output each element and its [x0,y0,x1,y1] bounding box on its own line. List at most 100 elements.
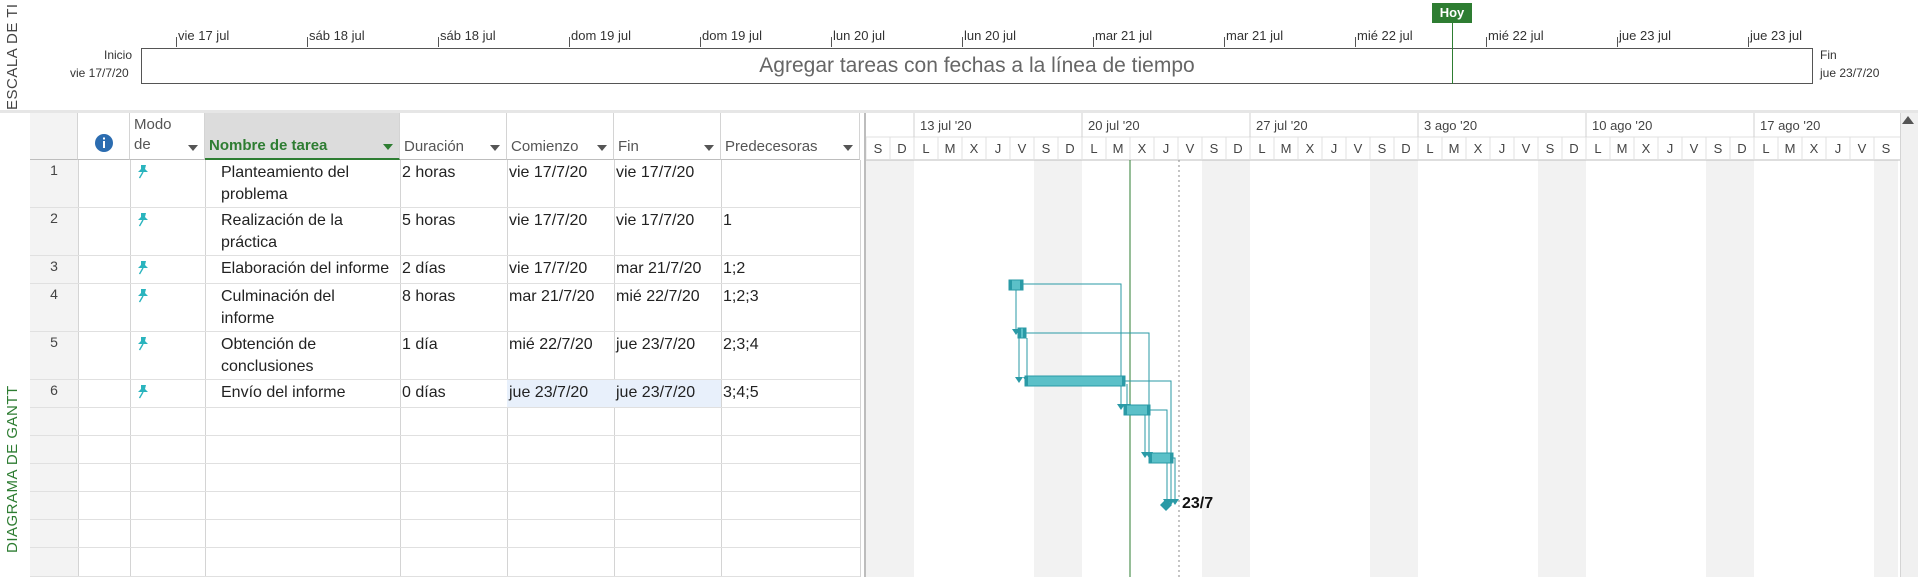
day-letter: M [1449,141,1460,156]
duration-cell[interactable]: 5 horas [402,210,455,232]
day-letter: S [1210,141,1219,156]
task-bar-end-cap [1170,453,1173,463]
gantt-side-title: DIAGRAMA DE GANTT [4,385,21,553]
row-number[interactable]: 4 [30,286,78,302]
start-cell[interactable]: jue 23/7/20 [509,382,588,404]
weekend-shade [1706,160,1730,577]
predecessors-column-header[interactable]: Predecesoras [721,113,860,160]
row-number[interactable]: 2 [30,210,78,226]
indicators-header[interactable] [78,113,130,160]
day-letter: S [1546,141,1555,156]
week-label: 3 ago '20 [1424,118,1477,133]
finish-cell[interactable]: mié 22/7/20 [616,286,700,308]
task-bar [1123,404,1151,416]
task-name-cell[interactable]: Planteamiento del problema [221,162,401,206]
timeline-tick-label: lun 20 jul [833,28,886,43]
mode-filter-arrow-icon[interactable] [188,145,198,151]
select-all-corner[interactable] [30,113,78,160]
gantt-chart[interactable]: 13 jul '20 20 jul '20 27 jul '20 3 ago '20 1… [864,113,1900,577]
finish-cell[interactable]: jue 23/7/20 [616,334,695,356]
start-filter-arrow-icon[interactable] [597,145,607,151]
today-flag: Hoy [1432,3,1472,23]
timeline-tick-mark [1224,37,1225,47]
vertical-scrollbar[interactable] [1900,113,1918,577]
grid-vline [614,160,615,577]
row-number[interactable]: 3 [30,258,78,274]
mode-column-header[interactable]: Modo de [130,113,205,160]
start-column-header[interactable]: Comienzo [507,113,614,160]
task-name-cell[interactable]: Elaboración del informe [221,258,401,280]
day-letter: D [1401,141,1410,156]
weekend-shade [1034,160,1058,577]
duration-cell[interactable]: 1 día [402,334,438,356]
manual-schedule-pin-icon [135,336,151,352]
row-number[interactable]: 5 [30,334,78,350]
start-cell[interactable]: vie 17/7/20 [509,162,587,184]
finish-filter-arrow-icon[interactable] [704,145,714,151]
duration-cell[interactable]: 0 días [402,382,446,404]
grid-vline [130,160,131,577]
timeline-panel: ESCALA DE TI Inicio vie 17/7/20 Fin jue … [0,0,1918,110]
day-letter: S [1882,141,1891,156]
day-letter: S [1378,141,1387,156]
day-letter: L [1090,141,1097,156]
duration-cell[interactable]: 2 horas [402,162,455,184]
predecessors-cell[interactable]: 1;2 [723,258,745,280]
start-cell[interactable]: vie 17/7/20 [509,210,587,232]
timeline-end-date: jue 23/7/20 [1820,66,1880,80]
predecessors-cell[interactable]: 3;4;5 [723,382,759,404]
day-letter: V [1354,141,1363,156]
predecessors-cell[interactable]: 1;2;3 [723,286,759,308]
row-divider [30,435,860,436]
finish-column-header[interactable]: Fin [614,113,721,160]
grid-vline [205,160,206,577]
timeline-tick-label: vie 17 jul [178,28,230,43]
task-name-filter-arrow-icon[interactable] [383,144,393,150]
duration-cell[interactable]: 2 días [402,258,446,280]
day-letter: D [897,141,906,156]
predecessors-cell[interactable]: 1 [723,210,732,232]
start-cell[interactable]: vie 17/7/20 [509,258,587,280]
timeline-placeholder[interactable]: Agregar tareas con fechas a la línea de … [141,48,1813,84]
duration-filter-arrow-icon[interactable] [490,145,500,151]
task-name-cell[interactable]: Envío del informe [221,382,401,404]
timeline-tick-mark [1617,37,1618,47]
row-number[interactable]: 1 [30,162,78,178]
day-letter: S [1714,141,1723,156]
finish-column-label: Fin [618,138,639,155]
task-name-cell[interactable]: Culminación del informe [221,286,401,330]
timeline-tick-label: dom 19 jul [702,28,762,43]
dependency-link [1125,380,1172,499]
task-name-cell[interactable]: Obtención de conclusiones [221,334,401,378]
finish-cell[interactable]: mar 21/7/20 [616,258,701,280]
row-number[interactable]: 6 [30,382,78,398]
predecessors-column-label: Predecesoras [725,138,818,155]
timeline-today-line [1452,23,1453,84]
gantt-chart-svg: 13 jul '20 20 jul '20 27 jul '20 3 ago '20 1… [866,113,1900,577]
task-bar-end-cap [1020,280,1023,290]
predecessors-cell[interactable]: 2;3;4 [723,334,759,356]
task-name-line: Culminación del [221,288,335,305]
info-icon [95,134,113,152]
day-letter: M [1617,141,1628,156]
row-divider [30,207,860,208]
finish-cell[interactable]: jue 23/7/20 [616,382,695,404]
start-cell[interactable]: mar 21/7/20 [509,286,594,308]
day-letter: J [1835,141,1842,156]
day-letter: M [945,141,956,156]
finish-cell[interactable]: vie 17/7/20 [616,210,694,232]
duration-cell[interactable]: 8 horas [402,286,455,308]
weekend-shade [1730,160,1754,577]
scroll-up-arrow-icon[interactable] [1902,116,1914,124]
manual-schedule-pin-icon [135,212,151,228]
task-name-line: informe [221,310,275,327]
task-name-cell[interactable]: Realización de la práctica [221,210,401,254]
day-letter: L [1426,141,1433,156]
finish-cell[interactable]: vie 17/7/20 [616,162,694,184]
task-name-column-header[interactable]: Nombre de tarea [205,113,400,160]
weekend-shade [1874,160,1898,577]
dependency-arrow [1015,377,1023,383]
start-cell[interactable]: mié 22/7/20 [509,334,593,356]
duration-column-header[interactable]: Duración [400,113,507,160]
predecessors-filter-arrow-icon[interactable] [843,145,853,151]
